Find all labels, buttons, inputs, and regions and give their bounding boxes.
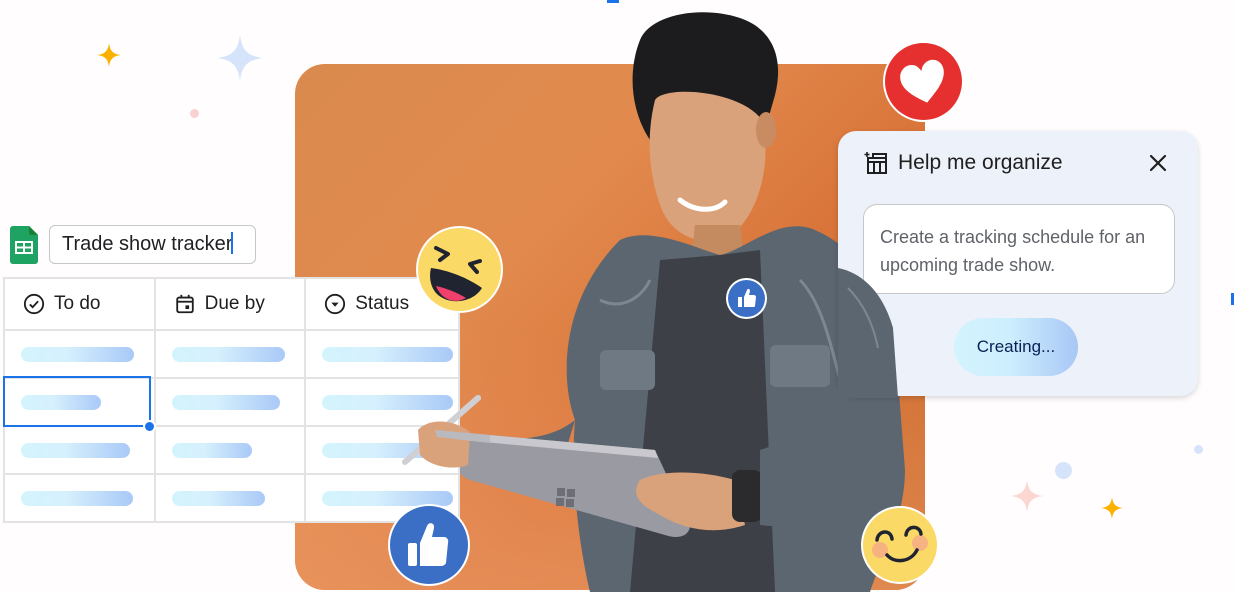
placeholder-bar xyxy=(171,346,285,362)
prompt-textbox[interactable]: Create a tracking schedule for an upcomi… xyxy=(863,204,1175,294)
cell-selection-outline[interactable] xyxy=(3,376,151,427)
table-row xyxy=(3,329,460,379)
yellow-sparkle-icon xyxy=(97,43,121,67)
check-circle-icon xyxy=(23,293,45,315)
blue-dot-icon xyxy=(1055,462,1072,479)
table-row xyxy=(3,425,460,475)
placeholder-bar xyxy=(171,490,265,506)
panel-title: Help me organize xyxy=(898,151,1063,174)
panel-header: Help me organize xyxy=(864,151,1063,175)
placeholder-bar xyxy=(21,490,133,506)
column-header-due-by[interactable]: Due by xyxy=(153,277,307,331)
laughing-face-icon xyxy=(430,246,482,302)
thumbs-up-icon xyxy=(738,288,756,307)
table-cell[interactable] xyxy=(153,377,307,427)
placeholder-bar xyxy=(21,442,130,458)
table-cell[interactable] xyxy=(153,329,307,379)
creating-button[interactable]: Creating... xyxy=(954,318,1078,376)
jacket-shoulder-overlap xyxy=(838,268,898,398)
placeholder-bar xyxy=(171,394,280,410)
table-cell[interactable] xyxy=(3,473,156,523)
sheet-title-text: Trade show tracker xyxy=(62,233,233,255)
pink-sparkle-icon xyxy=(1011,480,1043,512)
heart-icon xyxy=(900,59,944,103)
close-icon[interactable] xyxy=(1146,151,1170,175)
placeholder-bar xyxy=(21,346,134,362)
google-sheets-icon xyxy=(10,226,38,264)
column-label: Due by xyxy=(204,293,265,314)
smiling-face-icon xyxy=(872,525,928,563)
column-label: Status xyxy=(355,293,410,314)
calendar-icon xyxy=(175,294,194,314)
blue-sparkle-icon xyxy=(217,35,263,81)
thumbs-up-icon xyxy=(408,523,449,566)
sheet-title-input[interactable]: Trade show tracker xyxy=(49,225,256,264)
placeholder-bar xyxy=(322,490,454,506)
thumbs-up-reaction xyxy=(390,506,468,584)
column-header-todo[interactable]: To do xyxy=(3,277,156,331)
table-cell[interactable] xyxy=(3,329,156,379)
table-cell[interactable] xyxy=(153,473,307,523)
text-caret xyxy=(231,232,234,254)
thumbs-up-badge xyxy=(728,280,765,317)
column-label: To do xyxy=(54,293,101,314)
dropdown-circle-icon xyxy=(325,293,346,315)
table-sparkle-icon xyxy=(864,152,887,174)
heart-reaction xyxy=(885,43,962,120)
table-cell[interactable] xyxy=(3,425,156,475)
yellow-sparkle-small-icon xyxy=(1101,497,1123,519)
placeholder-bar xyxy=(322,346,454,362)
placeholder-bar xyxy=(171,442,252,458)
table-cell[interactable] xyxy=(153,425,307,475)
laughing-emoji xyxy=(418,228,501,311)
small-blue-dot-icon xyxy=(1194,445,1203,454)
pink-dot-icon xyxy=(190,109,199,118)
smiling-emoji xyxy=(863,508,937,582)
table-cell[interactable] xyxy=(304,329,460,379)
fill-handle[interactable] xyxy=(143,420,156,433)
hand-with-stylus-illustration xyxy=(402,395,490,468)
table-header-row: To do Due by Status xyxy=(3,277,460,331)
